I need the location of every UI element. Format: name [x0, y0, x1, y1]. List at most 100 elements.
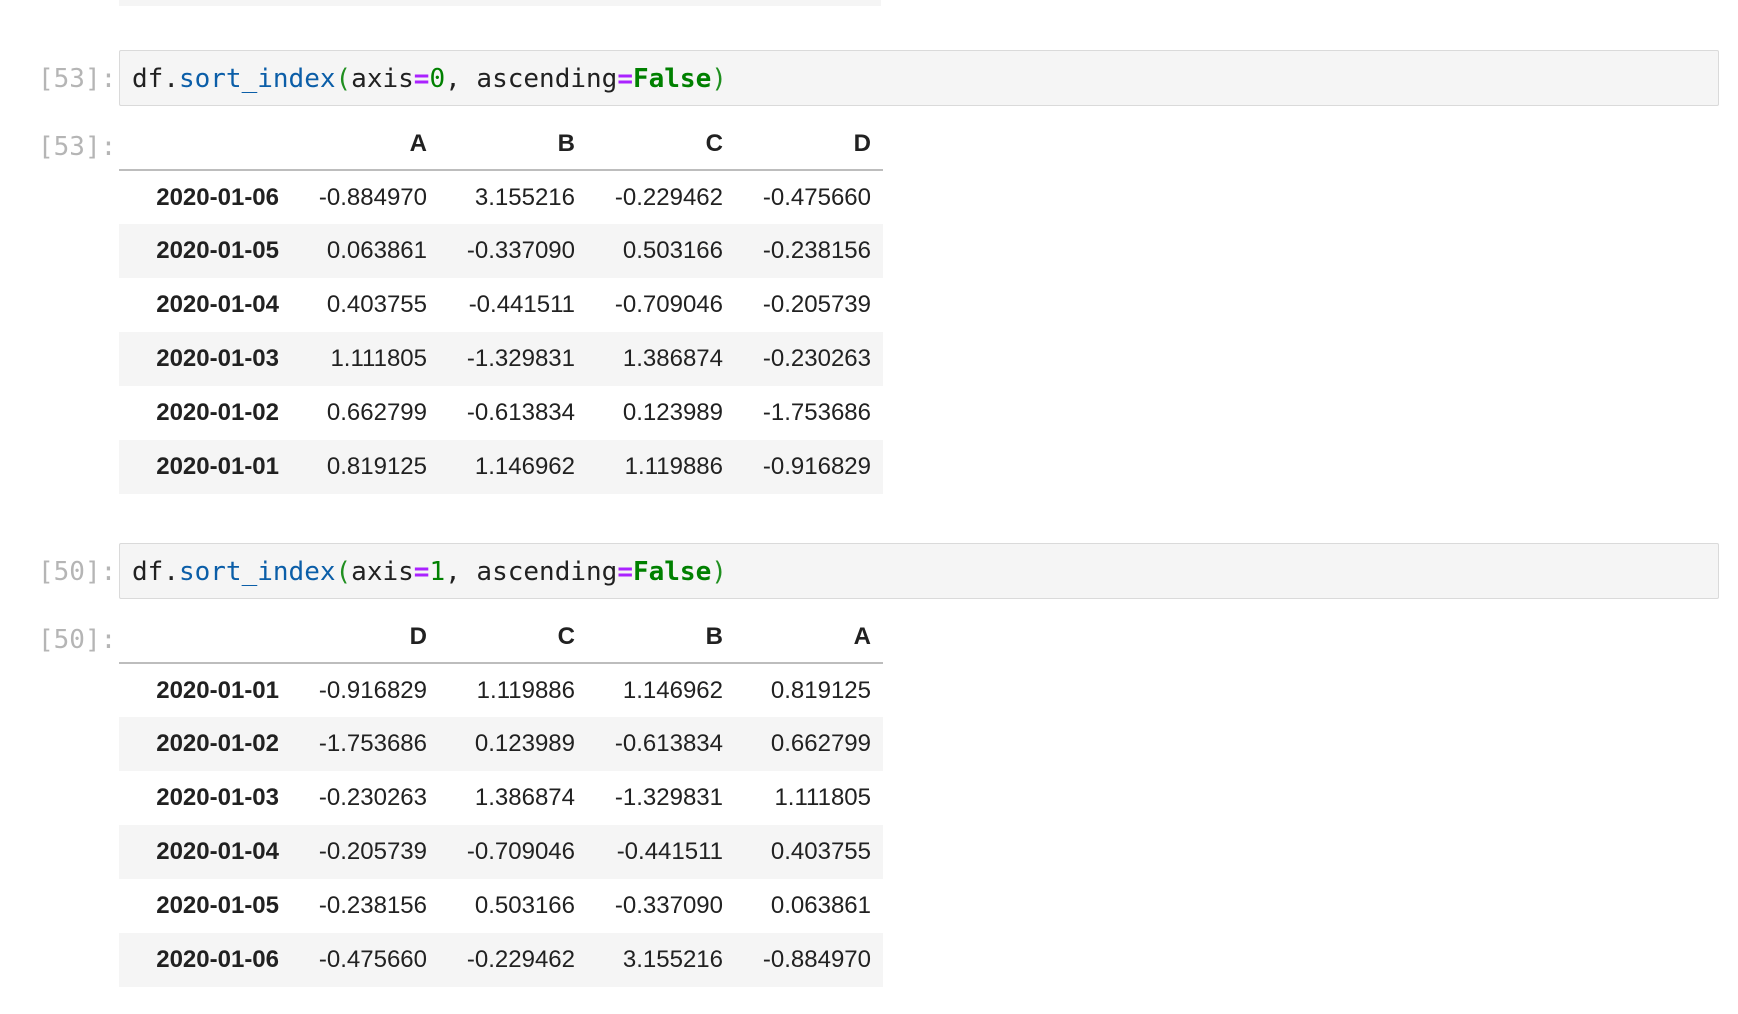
- code-open-paren: (: [335, 64, 352, 94]
- code-open-paren: (: [335, 557, 352, 587]
- table-row: 2020-01-05 0.063861 -0.337090 0.503166 -…: [119, 224, 883, 278]
- code-keyword: False: [632, 64, 712, 94]
- table-cell: 0.403755: [770, 838, 871, 865]
- code-arg-name: ascending: [476, 557, 618, 587]
- table-cell: -0.916829: [762, 453, 871, 480]
- table-cell: 0.819125: [770, 676, 871, 704]
- row-index: 2020-01-06: [156, 946, 279, 973]
- table-cell: -0.709046: [614, 291, 723, 318]
- table-cell: -0.229462: [614, 183, 723, 211]
- row-index: 2020-01-01: [156, 453, 279, 480]
- row-index: 2020-01-04: [156, 838, 279, 865]
- table-cell: 0.123989: [622, 399, 723, 426]
- table-cell: 1.386874: [622, 345, 723, 372]
- table-cell: 0.662799: [770, 730, 871, 757]
- table-cell: -0.441511: [616, 838, 723, 865]
- table-cell: 1.119886: [624, 453, 723, 480]
- code-arg-name: axis: [351, 557, 414, 587]
- column-header: D: [735, 118, 883, 171]
- table-cell: 1.386874: [474, 784, 575, 811]
- table-row: 2020-01-03 1.111805 -1.329831 1.386874 -…: [119, 332, 883, 386]
- table-row: 2020-01-06 -0.884970 3.155216 -0.229462 …: [119, 170, 883, 224]
- code-close-paren: ): [711, 64, 727, 94]
- code-dot: .: [163, 557, 179, 587]
- table-cell: -0.230263: [762, 345, 871, 372]
- code-object: df: [132, 557, 164, 587]
- table-cell: -0.205739: [762, 291, 871, 318]
- table-cell: -0.709046: [466, 838, 575, 865]
- table-row: 2020-01-02 0.662799 -0.613834 0.123989 -…: [119, 386, 883, 440]
- input-prompt: [50]:: [38, 557, 117, 587]
- code-function: sort_index: [178, 557, 336, 587]
- code-input[interactable]: df.sort_index(axis=1, ascending=False): [119, 543, 1719, 599]
- code-operator: =: [617, 557, 633, 587]
- row-index: 2020-01-06: [156, 183, 279, 211]
- table-cell: 1.146962: [474, 453, 575, 480]
- table-cell: -0.916829: [318, 676, 427, 704]
- table-cell: -0.238156: [318, 892, 427, 919]
- row-index: 2020-01-05: [156, 237, 279, 264]
- table-cell: 1.111805: [330, 345, 427, 372]
- row-index: 2020-01-05: [156, 892, 279, 919]
- index-header: [119, 611, 291, 664]
- table-row: 2020-01-05 -0.238156 0.503166 -0.337090 …: [119, 879, 883, 933]
- table-row: 2020-01-04 -0.205739 -0.709046 -0.441511…: [119, 825, 883, 879]
- column-header: B: [587, 611, 735, 664]
- table-cell: 0.063861: [770, 892, 871, 919]
- dataframe-output: A B C D 2020-01-06 -0.884970 3.155216 -0…: [119, 118, 883, 494]
- table-cell: 0.503166: [474, 892, 575, 919]
- row-index: 2020-01-02: [156, 730, 279, 757]
- table-cell: 0.403755: [326, 291, 427, 318]
- table-cell: -0.475660: [762, 183, 871, 211]
- code-operator: =: [413, 64, 430, 94]
- table-cell: -0.337090: [466, 237, 575, 264]
- code-separator: ,: [445, 64, 477, 94]
- table-row: 2020-01-04 0.403755 -0.441511 -0.709046 …: [119, 278, 883, 332]
- table-cell: 3.155216: [622, 946, 723, 973]
- table-cell: 0.819125: [326, 453, 427, 480]
- table-cell: 1.111805: [774, 784, 871, 811]
- code-function: sort_index: [178, 64, 336, 94]
- table-cell: -0.613834: [614, 730, 723, 757]
- code-arg-name: ascending: [476, 64, 618, 94]
- table-row: 2020-01-03 -0.230263 1.386874 -1.329831 …: [119, 771, 883, 825]
- code-object: df: [132, 64, 164, 94]
- header-row: A B C D: [119, 118, 883, 171]
- column-header: C: [587, 118, 735, 171]
- output-prompt: [50]:: [38, 625, 117, 655]
- table-row: 2020-01-01 0.819125 1.146962 1.119886 -0…: [119, 440, 883, 494]
- code-number: 1: [429, 557, 446, 587]
- table-cell: -1.329831: [466, 345, 575, 372]
- table-row: 2020-01-02 -1.753686 0.123989 -0.613834 …: [119, 717, 883, 771]
- row-index: 2020-01-03: [156, 784, 279, 811]
- code-operator: =: [617, 64, 633, 94]
- table-cell: -1.753686: [318, 730, 427, 757]
- previous-output-remnant: [119, 0, 881, 6]
- table-cell: -0.229462: [466, 946, 575, 973]
- code-dot: .: [163, 64, 179, 94]
- column-header: C: [439, 611, 587, 664]
- code-close-paren: ): [711, 557, 727, 587]
- table-cell: -0.337090: [614, 892, 723, 919]
- table-cell: 0.503166: [622, 237, 723, 264]
- code-separator: ,: [445, 557, 477, 587]
- column-header: A: [735, 611, 883, 664]
- code-input[interactable]: df.sort_index(axis=0, ascending=False): [119, 50, 1719, 106]
- table-cell: 1.146962: [622, 676, 723, 704]
- column-header: B: [439, 118, 587, 171]
- table-cell: -0.475660: [318, 946, 427, 973]
- row-index: 2020-01-01: [156, 676, 279, 704]
- row-index: 2020-01-03: [156, 345, 279, 372]
- table-cell: -1.329831: [614, 784, 723, 811]
- table-cell: -0.441511: [468, 291, 575, 318]
- code-number: 0: [429, 64, 446, 94]
- input-prompt: [53]:: [38, 64, 117, 94]
- table-cell: 0.063861: [326, 237, 427, 264]
- code-arg-name: axis: [351, 64, 414, 94]
- column-header: A: [291, 118, 439, 171]
- table-cell: -0.238156: [762, 237, 871, 264]
- table-cell: -0.884970: [762, 946, 871, 973]
- table-row: 2020-01-01 -0.916829 1.119886 1.146962 0…: [119, 663, 883, 717]
- table-row: 2020-01-06 -0.475660 -0.229462 3.155216 …: [119, 933, 883, 987]
- table-cell: 0.662799: [326, 399, 427, 426]
